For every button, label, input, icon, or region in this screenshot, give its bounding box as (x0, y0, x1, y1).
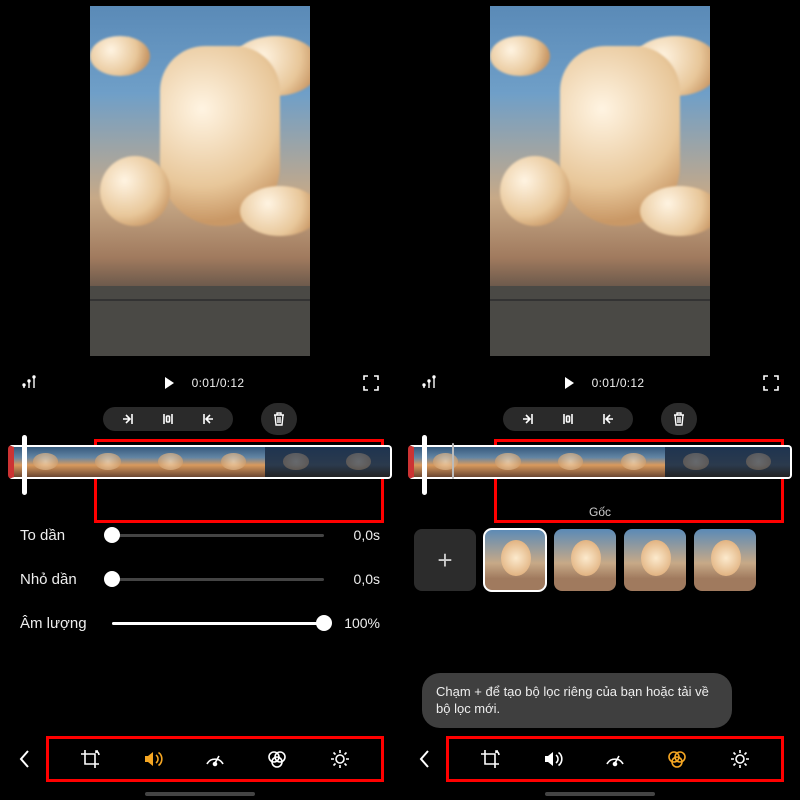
video-preview-area (400, 0, 800, 365)
delete-clip-button[interactable] (661, 403, 697, 435)
crop-rotate-tool[interactable] (76, 745, 104, 773)
split-clip-icon[interactable] (159, 412, 177, 426)
vertical-levels-icon[interactable] (16, 370, 42, 396)
transport-bar: 0:01/0:12 (400, 365, 800, 399)
playback-time: 0:01/0:12 (192, 376, 245, 390)
timeline[interactable] (0, 439, 400, 483)
crop-rotate-tool[interactable] (476, 745, 504, 773)
video-preview[interactable] (90, 6, 310, 356)
trim-start-icon[interactable] (121, 412, 137, 426)
editor-pane-sound: 0:01/0:12 To dần 0,0s Nhỏ (0, 0, 400, 800)
video-preview[interactable] (490, 6, 710, 356)
toolbar-highlight-box (446, 736, 784, 782)
fade-in-label: To dần (20, 527, 98, 544)
fade-in-row: To dần 0,0s (20, 513, 380, 557)
add-filter-tooltip: Chạm + để tạo bộ lọc riêng của bạn hoặc … (422, 673, 732, 728)
delete-clip-button[interactable] (261, 403, 297, 435)
trim-end-icon[interactable] (599, 412, 615, 426)
playhead[interactable] (452, 443, 454, 479)
trim-controls (0, 399, 400, 439)
speed-tool[interactable] (201, 745, 229, 773)
back-button[interactable] (10, 749, 40, 769)
filter-tool[interactable] (663, 745, 691, 773)
fade-out-slider[interactable] (112, 578, 324, 581)
trim-start-icon[interactable] (521, 412, 537, 426)
video-preview-area (0, 0, 400, 365)
clip-track[interactable] (8, 445, 392, 479)
trim-pill (503, 407, 633, 431)
fade-out-row: Nhỏ dần 0,0s (20, 557, 380, 601)
play-button[interactable] (156, 370, 182, 396)
bottom-toolbar (0, 736, 400, 782)
filter-panel: Gốc + (400, 483, 800, 595)
volume-value: 100% (338, 615, 380, 631)
editor-pane-filter: 0:01/0:12 Gốc + Chạm + (400, 0, 800, 800)
clip-track[interactable] (408, 445, 792, 479)
toolbar-highlight-box (46, 736, 384, 782)
split-clip-icon[interactable] (559, 412, 577, 426)
home-indicator (145, 792, 255, 796)
fullscreen-icon[interactable] (358, 370, 384, 396)
filter-tool[interactable] (263, 745, 291, 773)
fullscreen-icon[interactable] (758, 370, 784, 396)
timeline[interactable] (400, 439, 800, 483)
vertical-levels-icon[interactable] (416, 370, 442, 396)
adjust-tool[interactable] (726, 745, 754, 773)
fade-in-value: 0,0s (338, 527, 380, 543)
fade-out-value: 0,0s (338, 571, 380, 587)
playback-time: 0:01/0:12 (592, 376, 645, 390)
audio-sliders-panel: To dần 0,0s Nhỏ dần 0,0s Âm lượng 100% (0, 483, 400, 655)
bottom-toolbar (400, 736, 800, 782)
volume-label: Âm lượng (20, 615, 98, 632)
sound-tool[interactable] (139, 745, 167, 773)
fade-in-slider[interactable] (112, 534, 324, 537)
fade-out-label: Nhỏ dần (20, 571, 98, 588)
filter-thumbnails-row[interactable]: + (400, 525, 800, 595)
play-button[interactable] (556, 370, 582, 396)
filter-thumb[interactable] (694, 529, 756, 591)
add-filter-button[interactable]: + (414, 529, 476, 591)
back-button[interactable] (410, 749, 440, 769)
filter-thumb[interactable] (554, 529, 616, 591)
trim-end-icon[interactable] (199, 412, 215, 426)
playhead[interactable] (22, 435, 27, 495)
playhead-outline[interactable] (422, 435, 427, 495)
speed-tool[interactable] (601, 745, 629, 773)
home-indicator (545, 792, 655, 796)
volume-row: Âm lượng 100% (20, 601, 380, 645)
volume-slider[interactable] (112, 622, 324, 625)
adjust-tool[interactable] (326, 745, 354, 773)
sound-tool[interactable] (539, 745, 567, 773)
filter-original-label: Gốc (400, 505, 800, 525)
transport-bar: 0:01/0:12 (0, 365, 400, 399)
filter-thumb[interactable] (624, 529, 686, 591)
trim-pill (103, 407, 233, 431)
trim-controls (400, 399, 800, 439)
filter-thumb-original[interactable] (484, 529, 546, 591)
